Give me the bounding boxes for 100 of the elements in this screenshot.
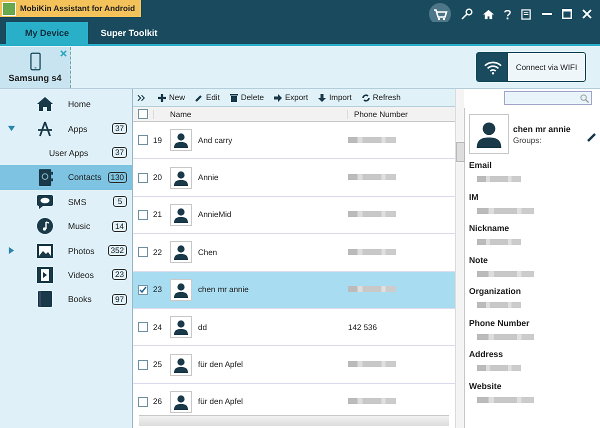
film-icon [37, 266, 53, 283]
count-badge: 352 [108, 245, 127, 256]
field-label: Phone Number [469, 318, 530, 328]
tab[interactable]: Super Toolkit [88, 22, 170, 44]
table-row[interactable]: 19 And carry [133, 122, 455, 160]
book-icon [38, 291, 52, 308]
sidebar-label: Videos [67, 270, 95, 280]
contact-name: chen mr annie [513, 124, 572, 134]
horizontal-scrollbar[interactable] [139, 415, 449, 426]
collapsed-caret-icon[interactable] [8, 247, 15, 254]
row-number: 23 [153, 285, 163, 294]
checkbox[interactable] [138, 109, 148, 119]
table-row[interactable]: 25 für den Apfel [133, 346, 455, 384]
vertical-scrollbar[interactable] [455, 89, 464, 428]
table-row[interactable]: 24 dd 142 536 [133, 308, 455, 346]
avatar-icon [170, 316, 192, 338]
row-number: 22 [153, 248, 163, 257]
search-field[interactable] [504, 91, 592, 105]
sidebar-item[interactable]: Videos 23 [0, 262, 132, 288]
row-number: 24 [153, 322, 163, 332]
double-chevron-icon[interactable] [137, 94, 146, 102]
sidebar-item[interactable]: Books 97 [0, 287, 132, 312]
sidebar-item[interactable]: Contacts 130 [0, 165, 132, 190]
groups-label: Groups: [513, 136, 542, 145]
help-icon[interactable] [504, 8, 511, 20]
maximize-icon[interactable] [562, 9, 572, 19]
phone-number: 142 536 [348, 322, 377, 332]
sidebar-label: Contacts [67, 172, 103, 182]
edit-button[interactable]: Edit [193, 93, 222, 102]
import-button[interactable]: Import [316, 93, 354, 102]
row-number: 21 [153, 210, 163, 220]
key-icon[interactable] [461, 8, 473, 20]
tab[interactable]: My Device [6, 22, 88, 44]
table-row[interactable]: 23 chen mr annie [133, 272, 455, 309]
home-icon[interactable] [483, 8, 494, 20]
search-icon [580, 94, 589, 102]
contact-name: dd [198, 322, 208, 332]
sidebar-item[interactable]: SMS 5 [0, 190, 132, 214]
sidebar-item[interactable]: Music 14 [0, 214, 132, 238]
right-arrow-icon [274, 94, 282, 102]
table-row[interactable]: 20 Annie [133, 159, 455, 197]
export-button[interactable]: Export [272, 93, 310, 102]
count-badge: 37 [112, 147, 127, 158]
avatar-icon [170, 354, 192, 376]
device-card[interactable]: Samsung s4 [0, 46, 71, 88]
sidebar-item[interactable]: Apps 37 [0, 116, 132, 141]
field-label: Website [469, 380, 502, 390]
count-badge: 97 [112, 294, 127, 305]
contact-name: für den Apfel [198, 397, 244, 406]
sidebar-item[interactable]: Home [0, 92, 132, 116]
row-number: 20 [153, 173, 163, 182]
avatar-icon [170, 241, 192, 264]
checkbox[interactable] [138, 360, 148, 370]
field-label: Nickname [469, 223, 510, 233]
expanded-caret-icon[interactable] [8, 125, 15, 132]
refresh-button[interactable]: Refresh [360, 93, 403, 102]
music-icon [37, 218, 53, 234]
contact-name: Chen [198, 248, 218, 257]
down-arrow-icon [318, 94, 326, 102]
refresh-icon [362, 94, 370, 102]
checkbox[interactable] [138, 247, 148, 258]
avatar-icon [170, 390, 192, 413]
field-label: Address [469, 349, 504, 359]
wifi-button[interactable]: Connect via WIFI [476, 52, 586, 82]
field-label: Note [469, 254, 489, 264]
checkbox[interactable] [138, 284, 148, 295]
avatar-icon [170, 166, 192, 189]
contact-name: chen mr annie [198, 285, 250, 294]
sidebar-label: Apps [67, 124, 88, 134]
table-row[interactable]: 21 AnnieMid [133, 196, 455, 234]
pencil-icon [195, 94, 204, 102]
sidebar-label: Photos [67, 246, 96, 256]
checkbox[interactable] [138, 135, 148, 146]
chat-bubble-icon [37, 194, 53, 210]
contact-name: für den Apfel [198, 360, 244, 370]
delete-button[interactable]: Delete [228, 93, 266, 102]
avatar-icon [170, 278, 192, 301]
app-logo-icon [2, 2, 16, 16]
feedback-icon[interactable] [521, 8, 532, 20]
checkbox[interactable] [138, 396, 148, 407]
trash-icon [230, 93, 238, 102]
image-icon [37, 242, 53, 259]
count-badge: 23 [112, 269, 127, 280]
row-number: 25 [153, 360, 163, 370]
phone-icon [30, 52, 40, 70]
column-header[interactable]: Name [153, 110, 347, 118]
pencil-icon[interactable] [587, 132, 597, 142]
home-icon [37, 96, 53, 112]
sidebar-item[interactable]: User Apps 37 [0, 140, 132, 166]
checkbox[interactable] [138, 210, 148, 220]
checkbox[interactable] [138, 322, 148, 332]
checkbox[interactable] [138, 172, 148, 183]
plus-icon [158, 94, 166, 102]
avatar-icon [469, 114, 509, 154]
count-badge: 14 [112, 220, 127, 232]
new-button[interactable]: New [156, 93, 188, 102]
contact-name: And carry [198, 136, 234, 145]
sidebar-item[interactable]: Photos 352 [0, 238, 132, 263]
device-name: Samsung s4 [8, 72, 62, 82]
row-number: 19 [153, 136, 163, 145]
